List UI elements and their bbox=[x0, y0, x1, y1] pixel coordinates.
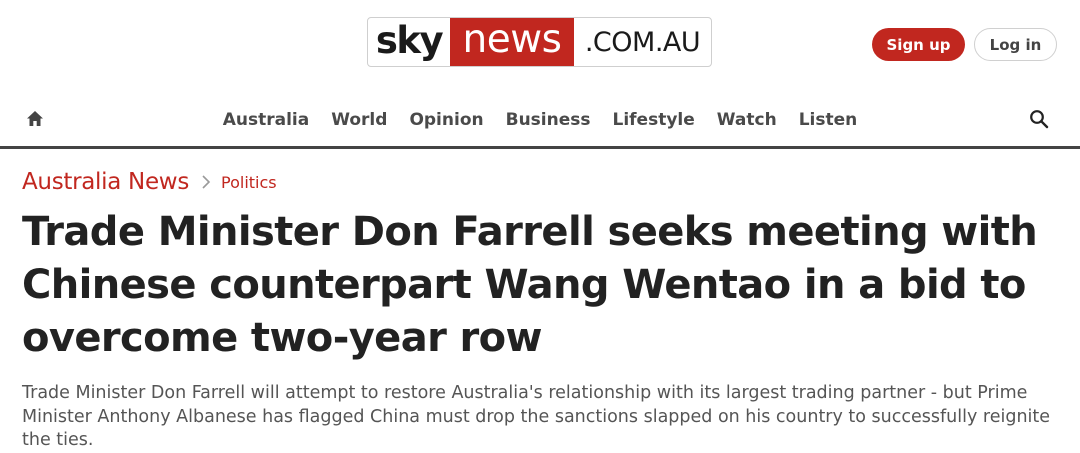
nav-item-lifestyle[interactable]: Lifestyle bbox=[602, 108, 706, 132]
signup-button[interactable]: Sign up bbox=[872, 28, 965, 61]
chevron-right-icon bbox=[202, 175, 211, 189]
login-button[interactable]: Log in bbox=[974, 28, 1057, 61]
nav-divider bbox=[0, 146, 1080, 149]
nav-item-australia[interactable]: Australia bbox=[212, 108, 321, 132]
site-header: sky news .COM.AU Sign up Log in Australi… bbox=[0, 0, 1080, 149]
nav-item-watch[interactable]: Watch bbox=[706, 108, 788, 132]
logo-news-text: news bbox=[450, 18, 574, 66]
nav-item-business[interactable]: Business bbox=[495, 108, 602, 132]
nav-items: Australia World Opinion Business Lifesty… bbox=[0, 108, 1080, 132]
breadcrumb-section-link[interactable]: Australia News bbox=[22, 169, 189, 195]
breadcrumb-subsection-link[interactable]: Politics bbox=[221, 173, 277, 192]
nav-item-opinion[interactable]: Opinion bbox=[398, 108, 494, 132]
nav-item-listen[interactable]: Listen bbox=[788, 108, 869, 132]
article-standfirst: Trade Minister Don Farrell will attempt … bbox=[22, 383, 1051, 450]
search-icon[interactable] bbox=[1029, 109, 1049, 129]
main-navigation: Australia World Opinion Business Lifesty… bbox=[0, 96, 1080, 146]
article-headline: Trade Minister Don Farrell seeks meeting… bbox=[22, 209, 1038, 361]
sky-news-logo[interactable]: sky news .COM.AU bbox=[367, 17, 712, 67]
logo-sky-text: sky bbox=[375, 18, 444, 62]
nav-item-world[interactable]: World bbox=[320, 108, 398, 132]
breadcrumb: Australia News Politics bbox=[22, 166, 277, 198]
logo-domain-text: .COM.AU bbox=[584, 26, 701, 58]
